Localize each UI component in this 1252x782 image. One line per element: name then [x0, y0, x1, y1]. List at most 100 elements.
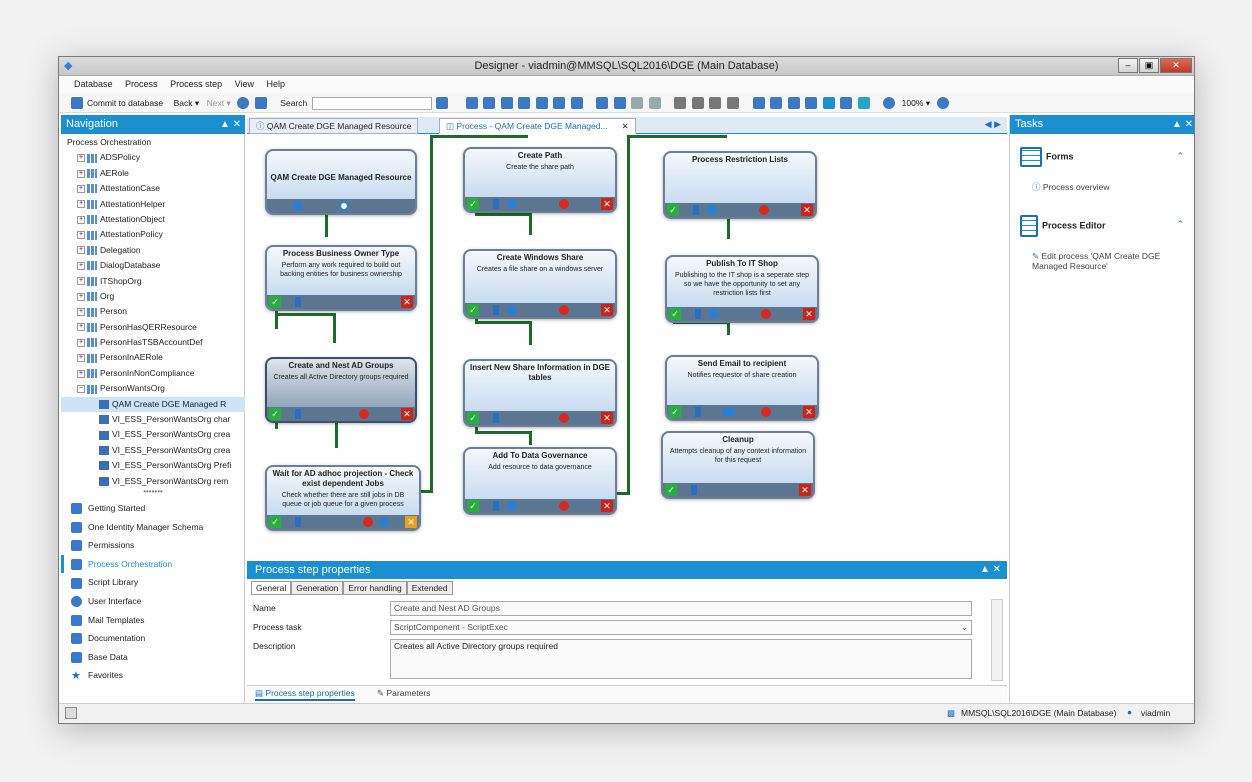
success-icon[interactable]: ✓	[665, 484, 677, 496]
nav-user-interface[interactable]: User Interface	[61, 592, 245, 611]
tree-child[interactable]: VI_ESS_PersonWantsOrg Prefi	[61, 458, 245, 473]
tab-error-handling[interactable]: Error handling	[343, 581, 407, 595]
stop-icon[interactable]	[559, 501, 569, 511]
expand-icon[interactable]: +	[77, 169, 85, 178]
failure-icon[interactable]: ✕	[601, 198, 613, 210]
expand-icon[interactable]: +	[77, 154, 85, 163]
process-node[interactable]: Insert New Share Information in DGE tabl…	[463, 359, 617, 427]
failure-icon[interactable]: ✕	[405, 516, 417, 528]
expand-icon[interactable]: +	[77, 292, 85, 301]
expand-icon[interactable]: +	[77, 246, 85, 255]
tool-icon-11[interactable]	[648, 97, 661, 109]
layout-icon[interactable]	[752, 97, 765, 109]
cut-icon[interactable]	[709, 97, 722, 109]
process-node[interactable]: Create Path Create the share path ✓ ✕	[463, 147, 617, 213]
commit-button[interactable]: Commit to database	[87, 96, 163, 110]
tool-icon-4[interactable]	[518, 97, 531, 109]
process-editor-section[interactable]: Process Editor	[1020, 215, 1106, 237]
tree-item[interactable]: + AttestationObject	[61, 212, 245, 227]
stop-icon[interactable]	[359, 409, 369, 419]
process-overview-link[interactable]: ⓘ Process overview	[1032, 181, 1109, 193]
menu-database[interactable]: Database	[69, 77, 118, 91]
expand-icon[interactable]: +	[77, 354, 85, 363]
tab-process-step-properties[interactable]: ▤ Process step properties	[255, 688, 355, 701]
parameter-icon[interactable]	[295, 297, 301, 307]
tree-item[interactable]: + PersonHasQERResource	[61, 320, 245, 335]
close-button[interactable]: ✕	[1160, 58, 1192, 73]
tool-icon-9[interactable]	[613, 97, 626, 109]
help-icon[interactable]	[237, 97, 250, 109]
copy-icon[interactable]	[674, 97, 687, 109]
failure-icon[interactable]: ✕	[401, 408, 413, 420]
success-icon[interactable]: ✓	[467, 198, 479, 210]
process-node[interactable]: Send Email to recipient Notifies request…	[665, 355, 819, 421]
forms-section[interactable]: Forms	[1020, 147, 1074, 167]
tree-item[interactable]: + Delegation	[61, 243, 245, 258]
properties-scrollbar[interactable]	[991, 599, 1003, 681]
tab-parameters[interactable]: ✎ Parameters	[377, 688, 430, 699]
stop-icon[interactable]	[559, 199, 569, 209]
stop-icon[interactable]	[759, 205, 769, 215]
process-node[interactable]: Add To Data Governance Add resource to d…	[463, 447, 617, 515]
expand-icon[interactable]: +	[77, 323, 85, 332]
failure-icon[interactable]: ✕	[803, 406, 815, 418]
collapse-icon[interactable]: ⌃	[1176, 219, 1184, 230]
expand-icon[interactable]: +	[77, 215, 85, 224]
expand-icon[interactable]: +	[77, 261, 85, 270]
failure-icon[interactable]: ✕	[803, 308, 815, 320]
parameter-icon[interactable]	[493, 305, 499, 315]
process-node[interactable]: Wait for AD adhoc projection - Check exi…	[265, 465, 421, 531]
nav-getting-started[interactable]: Getting Started	[61, 499, 245, 518]
check-icon[interactable]	[857, 97, 870, 109]
settings-icon[interactable]	[840, 97, 853, 109]
tree-child[interactable]: VI_ESS_PersonWantsOrg rem	[61, 474, 245, 487]
success-icon[interactable]: ✓	[467, 412, 479, 424]
parameter-icon[interactable]	[695, 407, 701, 417]
expand-icon[interactable]: +	[77, 369, 85, 378]
tree-item[interactable]: + PersonHasTSBAccountDef	[61, 335, 245, 350]
tool-icon-6[interactable]	[553, 97, 566, 109]
tool-icon-7[interactable]	[570, 97, 583, 109]
tree-child[interactable]: VI_ESS_PersonWantsOrg crea	[61, 427, 245, 442]
splitter-grip[interactable]: •••••••	[61, 487, 245, 496]
pin-close-icon[interactable]: ▲ ✕	[220, 115, 241, 134]
collapse-icon[interactable]: ⌃	[1176, 151, 1184, 162]
tree-child[interactable]: VI_ESS_PersonWantsOrg char	[61, 412, 245, 427]
zoom-level[interactable]: 100% ▾	[902, 96, 930, 110]
edit-process-link[interactable]: ✎ Edit process 'QAM Create DGE Managed R…	[1032, 251, 1177, 271]
tree-item[interactable]: + PersonInAERole	[61, 350, 245, 365]
stop-icon[interactable]	[761, 309, 771, 319]
tree-item[interactable]: + PersonInNonCompliance	[61, 366, 245, 381]
nav-base-data[interactable]: Base Data	[61, 648, 245, 667]
print-icon[interactable]	[254, 97, 267, 109]
tab-process[interactable]: ◫ Process - QAM Create DGE Managed... ✕	[439, 118, 636, 134]
tree-root[interactable]: Process Orchestration	[61, 135, 245, 150]
nav-favorites[interactable]: ★ Favorites	[61, 666, 245, 685]
pin-close-icon[interactable]: ▲ ✕	[1172, 115, 1193, 134]
failure-icon[interactable]: ✕	[799, 484, 811, 496]
success-icon[interactable]: ✓	[269, 516, 281, 528]
menu-process[interactable]: Process	[120, 77, 163, 91]
parameter-icon[interactable]	[295, 409, 301, 419]
pin-close-icon[interactable]: ▲ ✕	[980, 561, 1001, 579]
nav-documentation[interactable]: Documentation	[61, 629, 245, 648]
tool-icon-5[interactable]	[535, 97, 548, 109]
nav-mail-templates[interactable]: Mail Templates	[61, 611, 245, 630]
process-node[interactable]: Create Windows Share Creates a file shar…	[463, 249, 617, 319]
expand-icon[interactable]: +	[77, 338, 85, 347]
failure-icon[interactable]: ✕	[401, 296, 413, 308]
tab-resource[interactable]: ⓘ QAM Create DGE Managed Resource	[249, 118, 419, 134]
tab-extended[interactable]: Extended	[406, 581, 453, 595]
tree-child-selected[interactable]: QAM Create DGE Managed R	[61, 396, 245, 413]
info-icon[interactable]	[709, 309, 719, 319]
success-icon[interactable]: ✓	[667, 204, 679, 216]
stop-icon[interactable]	[559, 413, 569, 423]
success-icon[interactable]: ✓	[669, 406, 681, 418]
success-icon[interactable]: ✓	[269, 296, 281, 308]
stop-icon[interactable]	[363, 517, 373, 527]
process-node[interactable]: Process Business Owner Type Perform any …	[265, 245, 417, 311]
delete-icon[interactable]	[727, 97, 739, 109]
tree-item[interactable]: + Person	[61, 304, 245, 319]
info-icon[interactable]	[507, 305, 517, 315]
connector-port-icon[interactable]	[339, 201, 349, 211]
